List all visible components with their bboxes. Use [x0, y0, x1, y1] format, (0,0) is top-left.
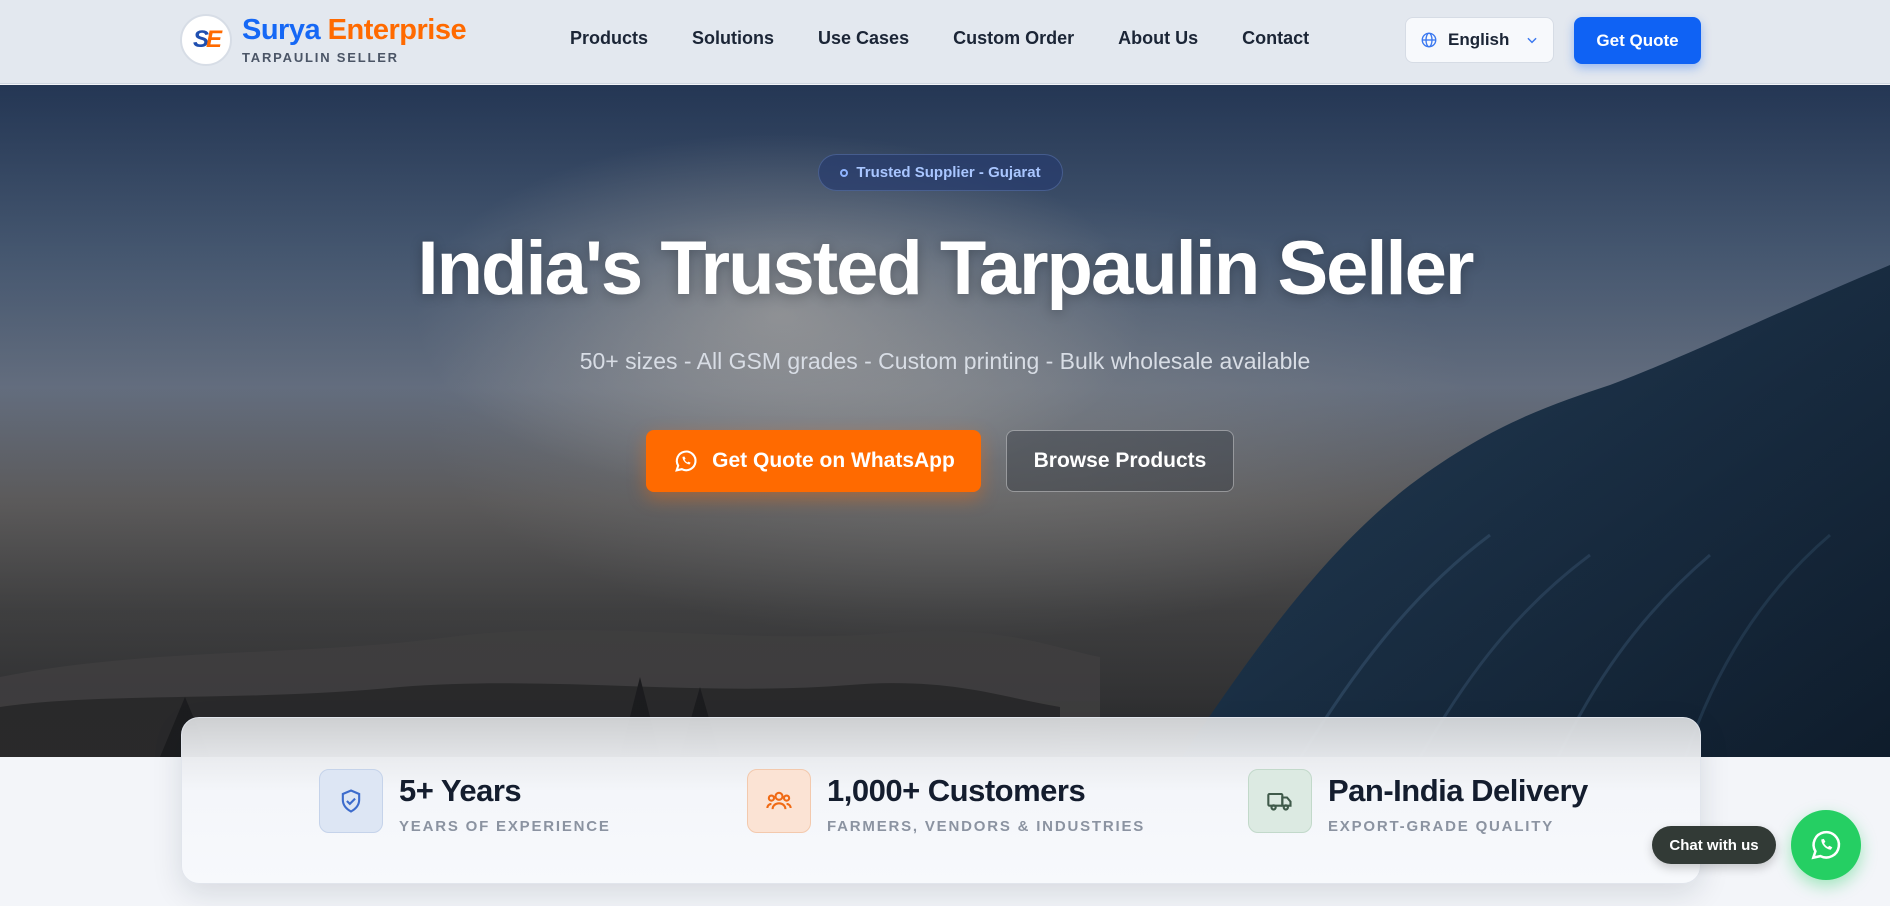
brand-tagline: TARPAULIN SELLER	[242, 50, 399, 65]
nav-contact[interactable]: Contact	[1242, 28, 1309, 49]
shield-check-icon	[319, 769, 383, 833]
chat-with-us-label[interactable]: Chat with us	[1652, 826, 1776, 864]
site-header: SE Surya Enterprise TARPAULIN SELLER Pro…	[0, 0, 1890, 84]
nav-products[interactable]: Products	[570, 28, 648, 49]
whatsapp-icon	[675, 450, 697, 472]
hero-subtitle: 50+ sizes - All GSM grades - Custom prin…	[579, 348, 1311, 374]
whatsapp-button-label: Get Quote on WhatsApp	[712, 449, 955, 472]
language-select[interactable]: English	[1405, 17, 1554, 63]
brand-name: Surya Enterprise	[242, 14, 467, 46]
get-quote-button[interactable]: Get Quote	[1574, 17, 1701, 64]
brand-logo[interactable]: SE Surya Enterprise TARPAULIN SELLER	[180, 14, 467, 66]
stat-label: FARMERS, VENDORS & INDUSTRIES	[827, 818, 1146, 835]
stat-experience: 5+ Years YEARS OF EXPERIENCE	[319, 769, 611, 835]
stat-value: Pan-India Delivery	[1328, 773, 1588, 808]
stat-value: 1,000+ Customers	[827, 773, 1086, 808]
brand-text: Surya Enterprise TARPAULIN SELLER	[242, 14, 467, 65]
whatsapp-icon	[1811, 830, 1841, 860]
stat-customers: 1,000+ Customers FARMERS, VENDORS & INDU…	[747, 769, 1145, 835]
language-value: English	[1448, 30, 1510, 49]
truck-icon	[1248, 769, 1312, 833]
nav-about-us[interactable]: About Us	[1118, 28, 1198, 49]
users-icon	[747, 769, 811, 833]
logo-badge-icon: SE	[180, 14, 232, 66]
nav-custom-order[interactable]: Custom Order	[953, 28, 1074, 49]
stat-label: YEARS OF EXPERIENCE	[399, 818, 611, 835]
nav-solutions[interactable]: Solutions	[692, 28, 774, 49]
stat-delivery: Pan-India Delivery EXPORT-GRADE QUALITY	[1248, 769, 1588, 835]
stats-card: 5+ Years YEARS OF EXPERIENCE 1,000+ Cust…	[181, 717, 1701, 884]
whatsapp-chat-button[interactable]	[1791, 810, 1861, 880]
hero-title: India's Trusted Tarpaulin Seller	[417, 226, 1475, 311]
trusted-supplier-badge: Trusted Supplier - Gujarat	[818, 154, 1063, 191]
location-dot-icon	[840, 168, 849, 177]
stat-value: 5+ Years	[399, 773, 522, 808]
whatsapp-quote-button[interactable]: Get Quote on WhatsApp	[646, 430, 981, 492]
stat-label: EXPORT-GRADE QUALITY	[1328, 818, 1555, 835]
globe-icon	[1421, 32, 1437, 48]
main-nav: Products Solutions Use Cases Custom Orde…	[548, 28, 1331, 49]
browse-products-button[interactable]: Browse Products	[1006, 430, 1234, 492]
chevron-down-icon	[1527, 37, 1537, 44]
nav-use-cases[interactable]: Use Cases	[818, 28, 909, 49]
